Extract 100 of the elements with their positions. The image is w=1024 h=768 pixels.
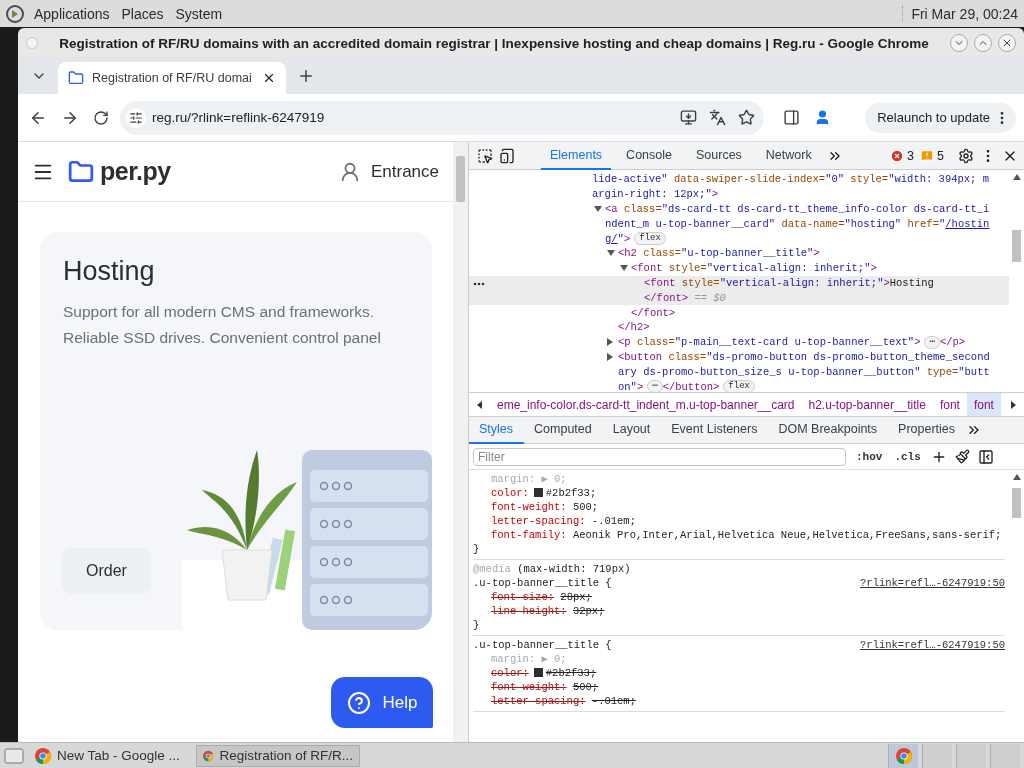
css-property-value[interactable]: 32px; xyxy=(572,605,605,617)
css-selector: .u-top-banner__title { xyxy=(473,576,612,590)
disclosure-triangle-icon[interactable] xyxy=(607,250,615,257)
css-property-name[interactable]: line-height: xyxy=(491,605,567,617)
page-scrollbar[interactable] xyxy=(453,142,468,742)
workspace-switcher[interactable] xyxy=(956,743,986,768)
devtools-tab[interactable]: Sources xyxy=(687,141,751,170)
panel-menu[interactable]: System xyxy=(173,5,225,22)
close-icon xyxy=(1001,37,1013,49)
css-property-value[interactable]: -.01em; xyxy=(591,515,636,527)
css-property-name[interactable]: color: xyxy=(491,667,529,679)
code-line: <button class="ds-promo-button ds-promo-button_theme_second xyxy=(618,350,990,363)
media-keyword: @media xyxy=(473,563,511,575)
workspace-switcher[interactable] xyxy=(888,743,918,768)
devtools-tab[interactable]: Network xyxy=(756,141,821,170)
sidebar-tab[interactable]: Layout xyxy=(602,416,662,444)
relaunch-button[interactable]: Relaunch to update xyxy=(865,102,1016,133)
sidebar-tab[interactable]: Styles xyxy=(469,416,525,444)
translate-icon xyxy=(709,109,726,126)
side-panel-icon xyxy=(783,109,800,126)
order-button[interactable]: Order xyxy=(62,548,151,594)
disclosure-triangle-icon[interactable] xyxy=(607,352,613,361)
css-property-value[interactable]: #2b2f33; xyxy=(545,667,597,679)
css-property-name[interactable]: font-weight: xyxy=(491,681,567,693)
workspace-switcher[interactable] xyxy=(990,743,1020,768)
css-property-value[interactable]: #2b2f33; xyxy=(545,487,597,499)
css-property-name[interactable]: letter-spacing: xyxy=(491,695,586,707)
sidebar-tab[interactable]: Properties xyxy=(888,416,967,444)
css-property-value[interactable]: 28px; xyxy=(560,591,592,603)
error-count[interactable]: 3 xyxy=(890,148,915,163)
plus-icon xyxy=(297,67,315,85)
flex-badge[interactable]: flex xyxy=(723,380,755,392)
scroll-left-icon[interactable] xyxy=(477,400,482,409)
breadcrumb[interactable]: eme_info-color.ds-card-tt_indent_m.u-top-banner__card xyxy=(490,393,802,416)
sliders-icon xyxy=(129,110,143,125)
system-logo-icon[interactable] xyxy=(6,4,24,23)
close-tab-icon[interactable] xyxy=(262,71,276,85)
device-toolbar-icon[interactable] xyxy=(499,147,515,164)
devtools-tab[interactable]: Elements xyxy=(541,141,612,170)
sidebar-tab[interactable]: DOM Breakpoints xyxy=(768,416,889,444)
disclosure-triangle-icon[interactable] xyxy=(607,338,613,347)
code-line: </font> xyxy=(631,306,676,319)
site-logo[interactable]: per.py xyxy=(100,157,171,186)
sidebar-tab[interactable]: Computed xyxy=(524,416,603,444)
css-property-name[interactable]: font-weight: xyxy=(491,501,567,513)
devtools-tab[interactable]: Console xyxy=(617,141,681,170)
monitor-download-icon xyxy=(680,109,697,126)
css-property-value[interactable]: 500; xyxy=(572,681,599,693)
scroll-right-icon[interactable] xyxy=(1011,400,1016,409)
css-property-value[interactable]: 500; xyxy=(572,501,599,513)
toggle-button[interactable]: :hov xyxy=(854,450,885,463)
hosting-card[interactable]: Hosting Support for all modern CMS and frameworks. Reliable SSD drives. Convenient control panel Order xyxy=(40,232,432,630)
sidebar-tab[interactable]: Event Listeners xyxy=(661,416,769,444)
browser-icon xyxy=(35,747,51,764)
taskbar-button[interactable]: New Tab - Google ... xyxy=(28,744,192,767)
address-bar[interactable]: reg.ru/?rlink=reflink-6247919 xyxy=(120,100,764,135)
code-line: </button> xyxy=(662,380,720,392)
inspect-icon[interactable] xyxy=(477,147,493,164)
code-line: <font style="vertical-align: inherit;"> xyxy=(631,262,877,275)
browser-tab[interactable]: Registration of RF/RU domai xyxy=(58,62,286,94)
close-button[interactable] xyxy=(998,34,1016,52)
login-link[interactable]: Entrance xyxy=(370,161,439,182)
disclosure-triangle-icon[interactable] xyxy=(594,206,602,212)
color-swatch[interactable] xyxy=(533,668,543,677)
workspace-switcher[interactable] xyxy=(922,743,952,768)
card-description: Support for all modern CMS and frameworks. Reliable SSD drives. Convenient control panel xyxy=(63,302,382,348)
css-property-name[interactable]: font-family: xyxy=(491,529,567,541)
code-line: on"> xyxy=(618,380,644,392)
help-button[interactable]: Help xyxy=(331,677,433,728)
color-swatch[interactable] xyxy=(533,488,543,497)
settings-icon[interactable] xyxy=(958,147,974,164)
clock[interactable]: Fri Mar 29, 00:24 xyxy=(902,5,1018,22)
panel-menu[interactable]: Applications xyxy=(32,5,112,22)
breadcrumb[interactable]: font xyxy=(966,393,1001,416)
css-property-value[interactable]: -.01em; xyxy=(591,695,636,707)
tab-title: Registration of RF/RU domai xyxy=(92,71,253,85)
breadcrumb[interactable]: font xyxy=(932,393,967,416)
paintbrush-icon[interactable] xyxy=(954,449,970,464)
sidebar-toggle-icon[interactable] xyxy=(977,448,994,465)
toggle-button[interactable]: .cls xyxy=(892,450,923,463)
code-line: </font> == $0 xyxy=(644,291,726,304)
breadcrumb[interactable]: h2.u-top-banner__title xyxy=(801,393,933,416)
code-line: <a class="ds-card-tt ds-card-tt_theme_info-color ds-card-tt_i xyxy=(605,203,990,215)
reload-icon xyxy=(93,109,109,126)
ellipsis-badge[interactable]: ⋯ xyxy=(647,380,663,392)
site-info-button[interactable] xyxy=(126,107,146,128)
taskbar-button[interactable]: Registration of RF/R... xyxy=(196,744,360,767)
flex-badge[interactable]: flex xyxy=(634,232,666,246)
css-property-name[interactable]: color: xyxy=(491,487,529,499)
css-property-name[interactable]: font-size: xyxy=(491,591,554,603)
ellipsis-badge[interactable]: ⋯ xyxy=(924,335,940,349)
source-link[interactable]: ?rlink=refl…-6247919:50 xyxy=(860,576,1005,590)
source-link[interactable]: ?rlink=refl…-6247919:50 xyxy=(860,638,1005,652)
css-property-name[interactable]: letter-spacing: xyxy=(491,515,586,527)
code-line: lide-active" data-swiper-slide-index="0" style="width: 394px; m xyxy=(592,173,989,186)
filter-field[interactable]: Filter xyxy=(473,447,846,466)
window-title: Registration of RF/RU domains with an accredited domain registrar | Inexpensive hosting and cheap domains | Reg.ru - Google Chrome xyxy=(58,35,930,51)
closing-brace: } xyxy=(473,543,480,555)
css-property-value[interactable]: Aeonik Pro,Inter,Arial,Helvetica Neue,Helvetica,FreeSans,sans-serif; xyxy=(572,529,1002,541)
panel-menu[interactable]: Places xyxy=(119,5,166,22)
